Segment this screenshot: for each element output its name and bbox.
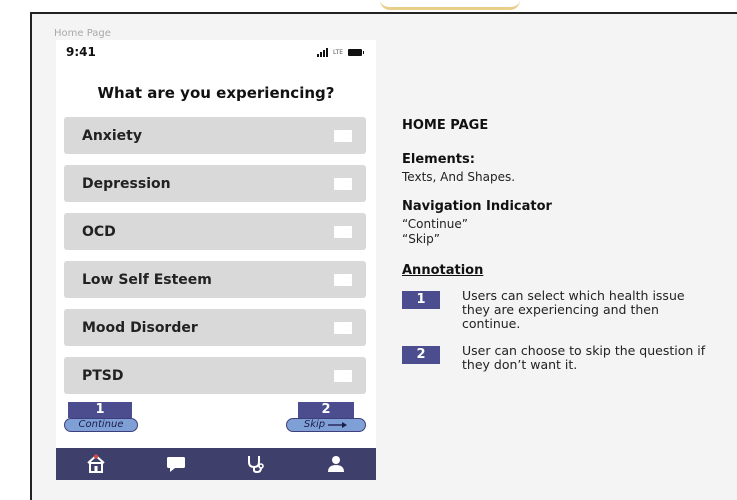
elements-section: Elements: Texts, And Shapes. [402,152,722,185]
status-time: 9:41 [66,45,96,59]
stethoscope-icon[interactable] [244,452,268,476]
skip-label: Skip [303,419,326,430]
navigation-section: Navigation Indicator “Continue” “Skip” [402,199,722,247]
battery-icon [348,49,364,56]
navigation-heading: Navigation Indicator [402,199,552,214]
option-mood-disorder[interactable]: Mood Disorder [64,309,366,346]
option-label: PTSD [82,367,124,384]
status-icons: LTE [317,48,364,57]
option-ocd[interactable]: OCD [64,213,366,250]
annotation-heading: Annotation [402,263,484,278]
annotation-notes: HOME PAGE Elements: Texts, And Shapes. N… [402,118,722,385]
annotation-badge-1: 1 [68,402,132,418]
continue-button[interactable]: 1 Continue [64,402,138,432]
navigation-item-skip: “Skip” [402,232,440,246]
annotation-item-1: 1 Users can select which health issue th… [402,289,722,331]
annotation-item-2: 2 User can choose to skip the question i… [402,344,722,372]
arrow-right-icon [328,422,348,428]
tab-bar [56,448,376,480]
option-label: Anxiety [82,127,142,144]
frame-label: Home Page [54,28,111,39]
option-label: OCD [82,223,116,240]
option-depression[interactable]: Depression [64,165,366,202]
option-label: Low Self Esteem [82,271,212,288]
option-checkbox[interactable] [334,274,352,286]
option-ptsd[interactable]: PTSD [64,357,366,394]
annotation-text: User can choose to skip the question if … [462,343,706,372]
skip-pill[interactable]: Skip [286,418,366,432]
home-icon[interactable] [84,452,108,476]
option-label: Mood Disorder [82,319,198,336]
network-label: LTE [333,49,343,56]
status-bar: 9:41 LTE [56,40,376,66]
options-list: Anxiety Depression OCD Low Self Esteem M… [64,117,366,405]
elements-heading: Elements: [402,152,475,167]
option-checkbox[interactable] [334,322,352,334]
notes-title: HOME PAGE [402,118,489,133]
option-label: Depression [82,175,171,192]
profile-icon[interactable] [324,452,348,476]
option-checkbox[interactable] [334,178,352,190]
option-checkbox[interactable] [334,370,352,382]
option-anxiety[interactable]: Anxiety [64,117,366,154]
annotation-badge-2: 2 [298,402,354,418]
option-checkbox[interactable] [334,130,352,142]
top-decoration [380,0,520,10]
phone-screen: 9:41 LTE What are you experiencing? Anxi… [56,40,376,480]
option-low-self-esteem[interactable]: Low Self Esteem [64,261,366,298]
annotation-number: 2 [402,346,440,364]
question-title: What are you experiencing? [97,84,335,102]
elements-body: Texts, And Shapes. [402,170,516,184]
skip-button[interactable]: 2 Skip [286,402,366,432]
annotation-number: 1 [402,291,440,309]
signal-icon [317,48,329,57]
chat-icon[interactable] [164,452,188,476]
continue-label[interactable]: Continue [64,418,138,432]
navigation-item-continue: “Continue” [402,217,468,231]
annotation-text: Users can select which health issue they… [462,288,685,331]
option-checkbox[interactable] [334,226,352,238]
